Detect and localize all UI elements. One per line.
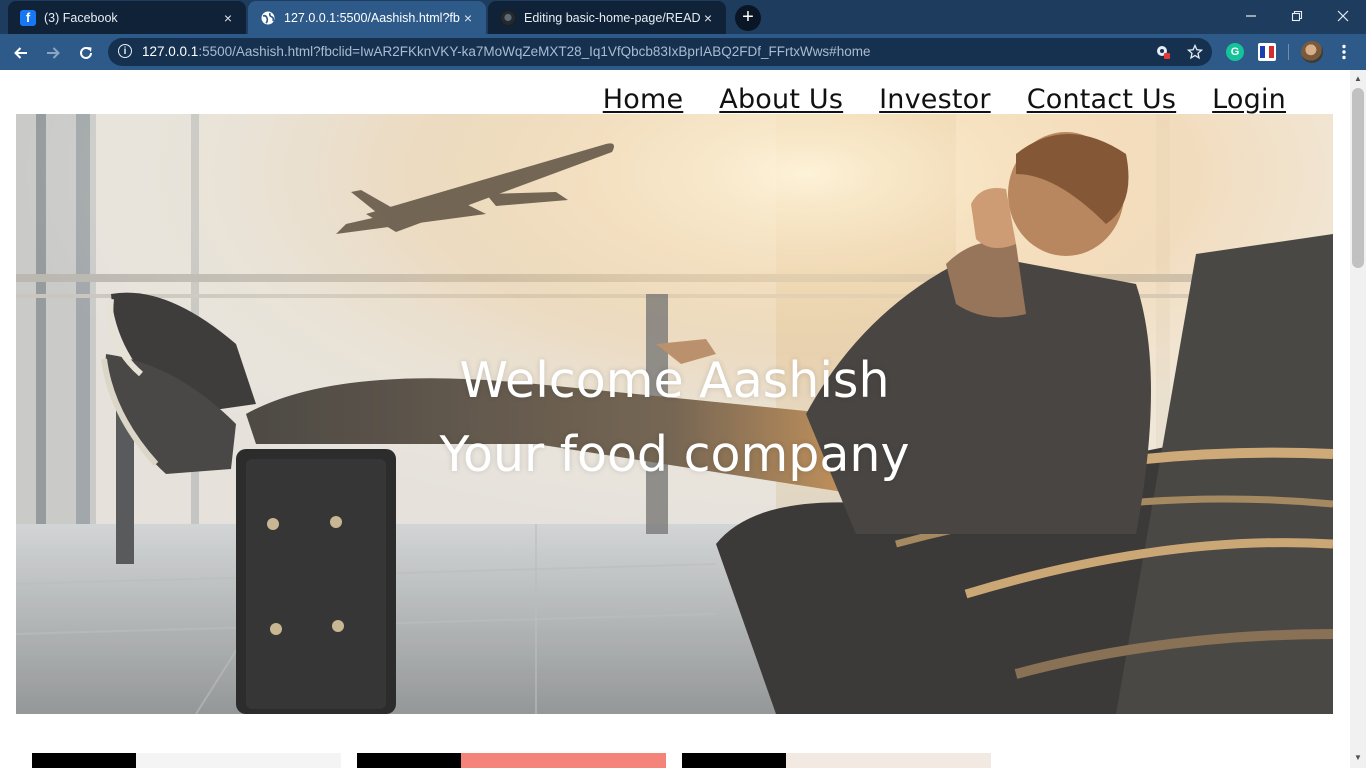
tab-title: Editing basic-home-page/READM (524, 10, 700, 25)
forward-icon[interactable] (41, 40, 65, 64)
scroll-up-icon[interactable]: ▲ (1350, 72, 1366, 86)
browser-titlebar: f (3) Facebook × 127.0.0.1:5500/Aashish.… (0, 0, 1366, 34)
restore-icon[interactable] (1274, 0, 1320, 32)
browser-toolbar: i 127.0.0.1:5500/Aashish.html?fbclid=IwA… (0, 34, 1366, 70)
site-navbar: Home About Us Investor Contact Us Login (603, 84, 1286, 115)
minimize-icon[interactable] (1228, 0, 1274, 32)
nav-link-investor[interactable]: Investor (879, 84, 991, 115)
page-scrollbar[interactable]: ▲ ▼ (1350, 70, 1366, 768)
nav-link-about-us[interactable]: About Us (719, 84, 843, 115)
card-image-light-2 (786, 753, 991, 768)
tab-title: 127.0.0.1:5500/Aashish.html?fbcli (284, 10, 460, 25)
tab-localhost[interactable]: 127.0.0.1:5500/Aashish.html?fbcli × (248, 1, 486, 34)
nav-link-home[interactable]: Home (603, 84, 684, 115)
new-tab-button[interactable]: + (735, 5, 761, 31)
url-text: 127.0.0.1:5500/Aashish.html?fbclid=IwAR2… (142, 44, 870, 59)
info-icon[interactable]: i (118, 44, 132, 58)
close-icon[interactable]: × (700, 10, 716, 26)
menu-kebab-icon[interactable] (1334, 42, 1354, 62)
hero-banner: Welcome Aashish Your food company (16, 114, 1333, 714)
bookmark-star-icon[interactable] (1186, 43, 1204, 60)
address-bar[interactable]: i 127.0.0.1:5500/Aashish.html?fbclid=IwA… (108, 38, 1212, 66)
card-image-dark-1 (32, 753, 136, 768)
github-icon (500, 9, 516, 26)
nav-link-login[interactable]: Login (1212, 84, 1286, 115)
globe-icon (260, 10, 276, 26)
scroll-down-icon[interactable]: ▼ (1350, 751, 1366, 765)
card-image-dark-2 (357, 753, 461, 768)
extension-flag-icon[interactable] (1258, 43, 1276, 61)
grammarly-icon[interactable]: G (1226, 43, 1244, 61)
url-path: :5500/Aashish.html?fbclid=IwAR2FKknVKY-k… (198, 44, 871, 59)
hero-welcome-heading: Welcome Aashish (459, 352, 890, 409)
site-settings-icon[interactable] (1154, 44, 1172, 60)
facebook-icon: f (20, 9, 36, 26)
window-close-icon[interactable] (1320, 0, 1366, 32)
back-icon[interactable] (9, 40, 33, 64)
profile-avatar[interactable] (1301, 41, 1323, 63)
card-image-light-1 (136, 753, 341, 768)
airport-traveler-photo (16, 114, 1333, 714)
page-viewport: Welcome Aashish Your food company Home A… (0, 70, 1350, 768)
card-image-salmon (461, 753, 666, 768)
close-icon[interactable]: × (460, 10, 476, 26)
hero-tagline: Your food company (439, 426, 910, 483)
close-icon[interactable]: × (220, 10, 236, 26)
card-image-dark-3 (682, 753, 786, 768)
tab-github[interactable]: Editing basic-home-page/READM × (488, 1, 726, 34)
tab-title: (3) Facebook (44, 10, 118, 25)
url-host: 127.0.0.1 (142, 44, 199, 59)
toolbar-divider (1288, 44, 1289, 60)
tab-facebook[interactable]: f (3) Facebook × (8, 1, 246, 34)
scroll-thumb[interactable] (1352, 88, 1364, 268)
reload-icon[interactable] (74, 40, 98, 64)
nav-link-contact-us[interactable]: Contact Us (1027, 84, 1176, 115)
